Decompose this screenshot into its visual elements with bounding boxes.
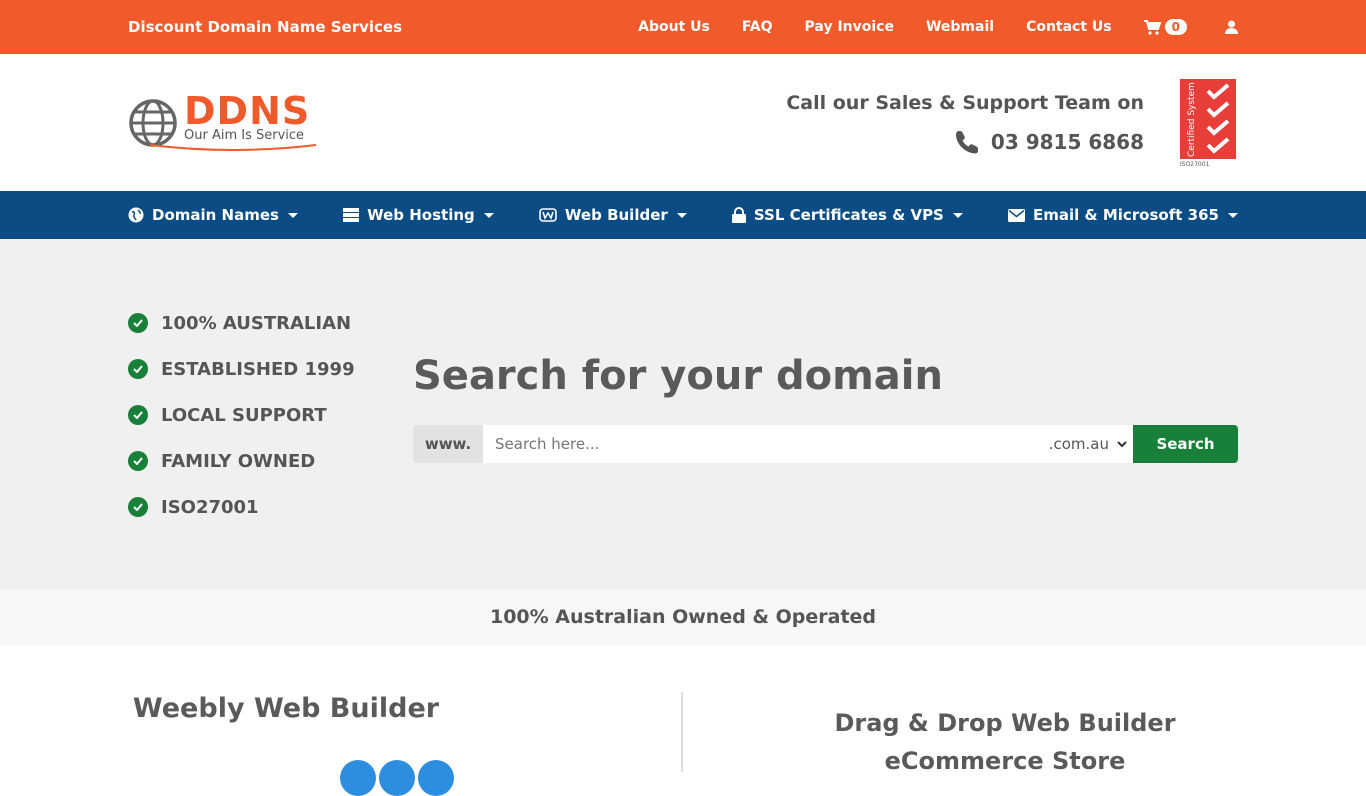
site-header: DDNS Our Aim Is Service Call our Sales &… [0, 54, 1366, 191]
logo-wordmark: DDNS [184, 89, 311, 133]
nav-label: Web Builder [564, 206, 668, 224]
feature-label: ISO27001 [161, 496, 259, 518]
contact-us-link[interactable]: Contact Us [1026, 19, 1112, 35]
caret-down-icon [287, 212, 298, 218]
caret-down-icon [1227, 212, 1238, 218]
phone-icon [955, 130, 978, 153]
caret-down-icon [952, 212, 963, 218]
weebly-column: Weebly Web Builder [0, 645, 682, 767]
lock-icon [731, 207, 746, 223]
envelope-icon [1008, 208, 1026, 222]
top-bar: Discount Domain Name Services About Us F… [0, 0, 1366, 54]
sales-title: Call our Sales & Support Team on [786, 91, 1144, 114]
builder-column: Drag & Drop Web Builder eCommerce Store [682, 645, 1366, 775]
ddns-logo[interactable]: DDNS Our Aim Is Service [128, 92, 318, 153]
sales-contact: Call our Sales & Support Team on 03 9815… [786, 92, 1144, 154]
check-circle-icon [128, 497, 148, 517]
search-button[interactable]: Search [1133, 425, 1238, 463]
weebly-icon [539, 208, 557, 222]
main-nav: Domain Names Web Hosting Web Builder SSL… [0, 191, 1366, 239]
weebly-title: Weebly Web Builder [132, 693, 440, 724]
search-form: www. .com.au Search [413, 425, 1238, 463]
product-section: Weebly Web Builder Drag & Drop Web Build… [0, 645, 1366, 775]
feature-item: FAMILY OWNED [128, 449, 413, 473]
caret-down-icon [483, 212, 494, 218]
server-icon [343, 208, 360, 222]
pay-invoice-link[interactable]: Pay Invoice [805, 19, 894, 35]
column-divider [681, 692, 683, 772]
tld-selected-value: .com.au [1048, 435, 1109, 453]
carousel-dot[interactable] [379, 760, 415, 796]
faq-link[interactable]: FAQ [742, 19, 773, 35]
top-brand-link[interactable]: Discount Domain Name Services [128, 18, 402, 36]
nav-label: Domain Names [152, 206, 279, 224]
feature-label: ESTABLISHED 1999 [161, 358, 355, 380]
domain-search: Search for your domain www. .com.au Sear… [413, 239, 1238, 589]
svg-text:Certified System: Certified System [1187, 82, 1197, 157]
account-button[interactable] [1225, 20, 1238, 34]
globe-icon [129, 98, 177, 147]
feature-label: LOCAL SUPPORT [161, 404, 327, 426]
feature-item: ESTABLISHED 1999 [128, 357, 413, 381]
carousel-dot[interactable] [418, 760, 454, 796]
feature-label: 100% AUSTRALIAN [161, 312, 352, 334]
hero-section: 100% AUSTRALIAN ESTABLISHED 1999 LOCAL S… [0, 239, 1366, 589]
check-circle-icon [128, 405, 148, 425]
iso-certified-badge: Certified System ISO27001 [1180, 78, 1238, 168]
search-title: Search for your domain [413, 353, 943, 399]
feature-label: FAMILY OWNED [161, 450, 316, 472]
check-circle-icon [128, 451, 148, 471]
cart-count-badge: 0 [1164, 19, 1187, 35]
check-circle-icon [128, 313, 148, 333]
chevron-down-icon [1117, 440, 1127, 447]
ownership-banner: 100% Australian Owned & Operated [0, 589, 1366, 645]
feature-item: 100% AUSTRALIAN [128, 311, 413, 335]
nav-label: Web Hosting [367, 206, 475, 224]
builder-subtitle: eCommerce Store [884, 747, 1126, 775]
nav-domain-names[interactable]: Domain Names [128, 206, 298, 224]
feature-list: 100% AUSTRALIAN ESTABLISHED 1999 LOCAL S… [128, 239, 413, 589]
top-links: About Us FAQ Pay Invoice Webmail Contact… [638, 19, 1238, 35]
nav-label: SSL Certificates & VPS [753, 206, 944, 224]
logo-swoosh [149, 144, 317, 151]
carousel-dot[interactable] [340, 760, 376, 796]
www-prefix: www. [413, 425, 483, 463]
svg-text:ISO27001: ISO27001 [1180, 161, 1210, 167]
carousel-dots [340, 760, 457, 796]
cart-icon [1143, 19, 1161, 35]
feature-item: LOCAL SUPPORT [128, 403, 413, 427]
tld-select[interactable]: .com.au [1027, 425, 1133, 463]
nav-label: Email & Microsoft 365 [1033, 206, 1219, 224]
logo-tagline: Our Aim Is Service [184, 128, 305, 143]
domain-search-input[interactable] [483, 425, 1027, 463]
nav-web-hosting[interactable]: Web Hosting [343, 206, 494, 224]
nav-web-builder[interactable]: Web Builder [539, 206, 687, 224]
logo-text: DDNS Our Aim Is Service [149, 89, 318, 153]
caret-down-icon [676, 212, 687, 218]
feature-item: ISO27001 [128, 495, 413, 519]
phone-number[interactable]: 03 9815 6868 [786, 130, 1144, 154]
nav-email-m365[interactable]: Email & Microsoft 365 [1008, 206, 1238, 224]
globe-icon [128, 207, 144, 223]
cart-button[interactable]: 0 [1143, 19, 1187, 35]
user-icon [1225, 20, 1238, 34]
certified-check-icon: Certified System ISO27001 [1180, 78, 1236, 168]
about-us-link[interactable]: About Us [638, 19, 710, 35]
webmail-link[interactable]: Webmail [926, 19, 994, 35]
builder-title: Drag & Drop Web Builder [834, 709, 1176, 737]
phone-number-text: 03 9815 6868 [990, 129, 1144, 154]
check-circle-icon [128, 359, 148, 379]
nav-ssl-vps[interactable]: SSL Certificates & VPS [731, 206, 963, 224]
